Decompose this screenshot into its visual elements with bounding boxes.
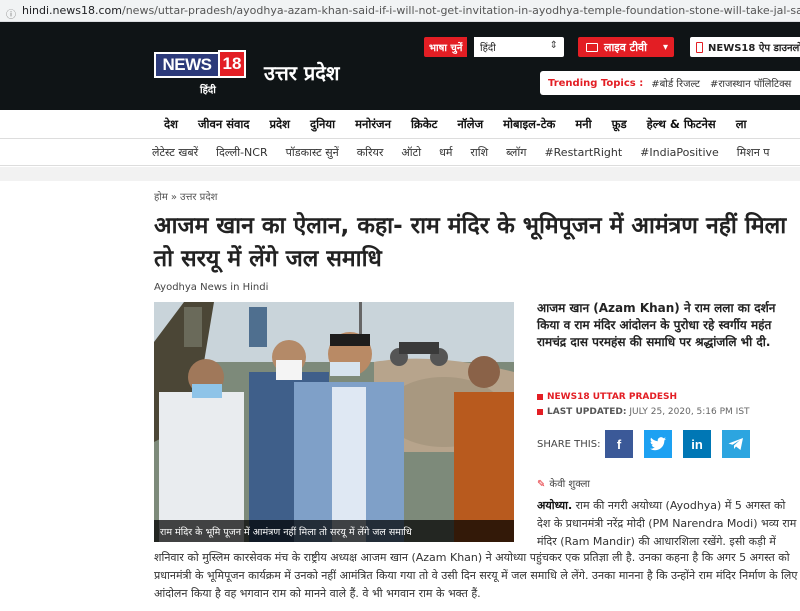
twitter-share-button[interactable]: [644, 430, 672, 458]
logo-number: 18: [218, 50, 246, 78]
tv-icon: [586, 42, 598, 52]
author-name[interactable]: केवी शुक्ला: [549, 479, 590, 490]
phone-icon: [696, 41, 703, 53]
logo-box: NEWS: [154, 52, 220, 78]
chevron-updown-icon: ⇕: [549, 40, 558, 51]
facebook-share-button[interactable]: f: [605, 430, 633, 458]
section-label[interactable]: Ayodhya News in Hindi: [154, 282, 268, 293]
subnav-item-restartright[interactable]: #RestartRight: [544, 146, 622, 159]
nav-item-health-fitness[interactable]: हेल्थ & फिटनेस: [647, 117, 716, 132]
info-icon[interactable]: ⓘ: [6, 6, 16, 21]
bullet-icon: [537, 408, 543, 415]
author-byline: ✎ केवी शुक्ला: [537, 476, 590, 490]
telegram-icon: [728, 438, 743, 450]
article-body: शनिवार को मुस्लिम कारसेवक मंच के राष्ट्र…: [154, 551, 798, 600]
site-header: NEWS 18 हिंदी उत्तर प्रदेश भाषा चुनें हि…: [0, 22, 800, 110]
breadcrumb-section[interactable]: उत्तर प्रदेश: [180, 192, 217, 203]
chevron-down-icon: ▾: [662, 41, 668, 53]
article-meta: NEWS18 UTTAR PRADESH LAST UPDATED: JULY …: [537, 390, 750, 420]
article-body-lead: अयोध्या. राम की नगरी अयोध्या (Ayodhya) म…: [537, 497, 800, 551]
telegram-share-button[interactable]: [722, 430, 750, 458]
nav-item-duniya[interactable]: दुनिया: [310, 117, 335, 132]
subnav-item-indiapositive[interactable]: #IndiaPositive: [640, 146, 719, 159]
trending-item[interactable]: #बोर्ड रिजल्ट: [651, 76, 700, 90]
trending-label: Trending Topics :: [548, 77, 644, 89]
article-source[interactable]: NEWS18 UTTAR PRADESH: [547, 392, 677, 402]
breadcrumb-home[interactable]: होम: [154, 192, 168, 203]
language-value: हिंदी: [480, 43, 496, 54]
subnav-item-career[interactable]: करियर: [357, 145, 384, 160]
nav-item-mobile-tech[interactable]: मोबाइल-टेक: [503, 117, 555, 132]
url-path: /news/uttar-pradesh/ayodhya-azam-khan-sa…: [122, 4, 800, 17]
article-summary: आजम खान (Azam Khan) ने राम लला का दर्शन …: [537, 301, 776, 349]
browser-url-bar[interactable]: ⓘ hindi.news18.com/news/uttar-pradesh/ay…: [0, 0, 800, 22]
breadcrumb: होम» उत्तर प्रदेश: [154, 189, 217, 203]
nav-item-manoranjan[interactable]: मनोरंजन: [355, 117, 391, 132]
updated-value: JULY 25, 2020, 5:16 PM IST: [629, 407, 750, 417]
subnav-item-rashi[interactable]: राशि: [470, 145, 488, 160]
app-download-button[interactable]: NEWS18 ऐप डाउनलोड: [690, 37, 800, 57]
nav-item-knowledge[interactable]: नॉलेज: [457, 117, 483, 132]
photo-caption: राम मंदिर के भूमि पूजन में आमंत्रण नहीं …: [154, 520, 514, 542]
divider-strip: [0, 167, 800, 181]
subnav-item-blog[interactable]: ब्लॉग: [506, 145, 526, 160]
subnav-item-auto[interactable]: ऑटो: [401, 145, 421, 160]
photo-scene: [154, 302, 514, 542]
subnav-item-podcast[interactable]: पॉडकास्ट सुनें: [286, 145, 339, 160]
subnav-item-dharm[interactable]: धर्म: [439, 145, 452, 160]
nav-item-more[interactable]: ला: [736, 117, 747, 132]
source-line: NEWS18 UTTAR PRADESH: [537, 390, 750, 405]
nav-item-desh[interactable]: देश: [164, 117, 178, 132]
logo-subtitle: हिंदी: [200, 85, 216, 96]
subnav-item-delhi-ncr[interactable]: दिल्ली-NCR: [216, 145, 267, 160]
updated-label: LAST UPDATED:: [547, 407, 627, 417]
language-label: भाषा चुनें: [424, 37, 468, 57]
nav-item-money[interactable]: मनी: [575, 117, 591, 132]
trending-topics-bar: Trending Topics : #बोर्ड रिजल्ट #राजस्था…: [540, 71, 800, 95]
article-headline: आजम खान का ऐलान, कहा- राम मंदिर के भूमिप…: [154, 213, 787, 272]
live-tv-label: लाइव टीवी: [604, 40, 648, 54]
dateline: अयोध्या.: [537, 499, 573, 512]
breadcrumb-separator: »: [170, 192, 178, 203]
facebook-icon: f: [616, 436, 622, 452]
sub-nav: लेटेस्ट खबरें दिल्ली-NCR पॉडकास्ट सुनें …: [0, 140, 800, 166]
url-domain: hindi.news18.com: [22, 4, 122, 17]
nav-item-cricket[interactable]: क्रिकेट: [411, 117, 437, 132]
subnav-item-mission[interactable]: मिशन प: [737, 145, 770, 160]
pen-icon: ✎: [537, 479, 546, 490]
subnav-item-latest[interactable]: लेटेस्ट खबरें: [152, 145, 198, 160]
language-select[interactable]: हिंदी ⇕: [474, 37, 564, 57]
live-tv-button[interactable]: लाइव टीवी ▾: [578, 37, 674, 57]
linkedin-icon: in: [691, 436, 703, 452]
news18-logo[interactable]: NEWS 18 हिंदी: [154, 50, 246, 96]
nav-item-food[interactable]: फ़ूड: [612, 117, 627, 132]
bullet-icon: [537, 393, 543, 400]
linkedin-share-button[interactable]: in: [683, 430, 711, 458]
share-label: SHARE THIS:: [537, 439, 601, 450]
twitter-icon: [650, 437, 666, 451]
trending-item[interactable]: #राजस्थान पॉलिटिक्स: [710, 76, 791, 90]
state-title[interactable]: उत्तर प्रदेश: [264, 59, 340, 86]
updated-line: LAST UPDATED: JULY 25, 2020, 5:16 PM IST: [537, 405, 750, 420]
nav-item-jeevan-samvad[interactable]: जीवन संवाद: [198, 117, 250, 132]
nav-item-pradesh[interactable]: प्रदेश: [269, 117, 289, 132]
article-photo[interactable]: राम मंदिर के भूमि पूजन में आमंत्रण नहीं …: [154, 302, 514, 542]
app-download-label: NEWS18 ऐप डाउनलोड: [708, 43, 800, 54]
body-lead-text: राम की नगरी अयोध्या (Ayodhya) में 5 अगस्…: [537, 499, 797, 548]
main-nav: देश जीवन संवाद प्रदेश दुनिया मनोरंजन क्र…: [0, 110, 800, 139]
